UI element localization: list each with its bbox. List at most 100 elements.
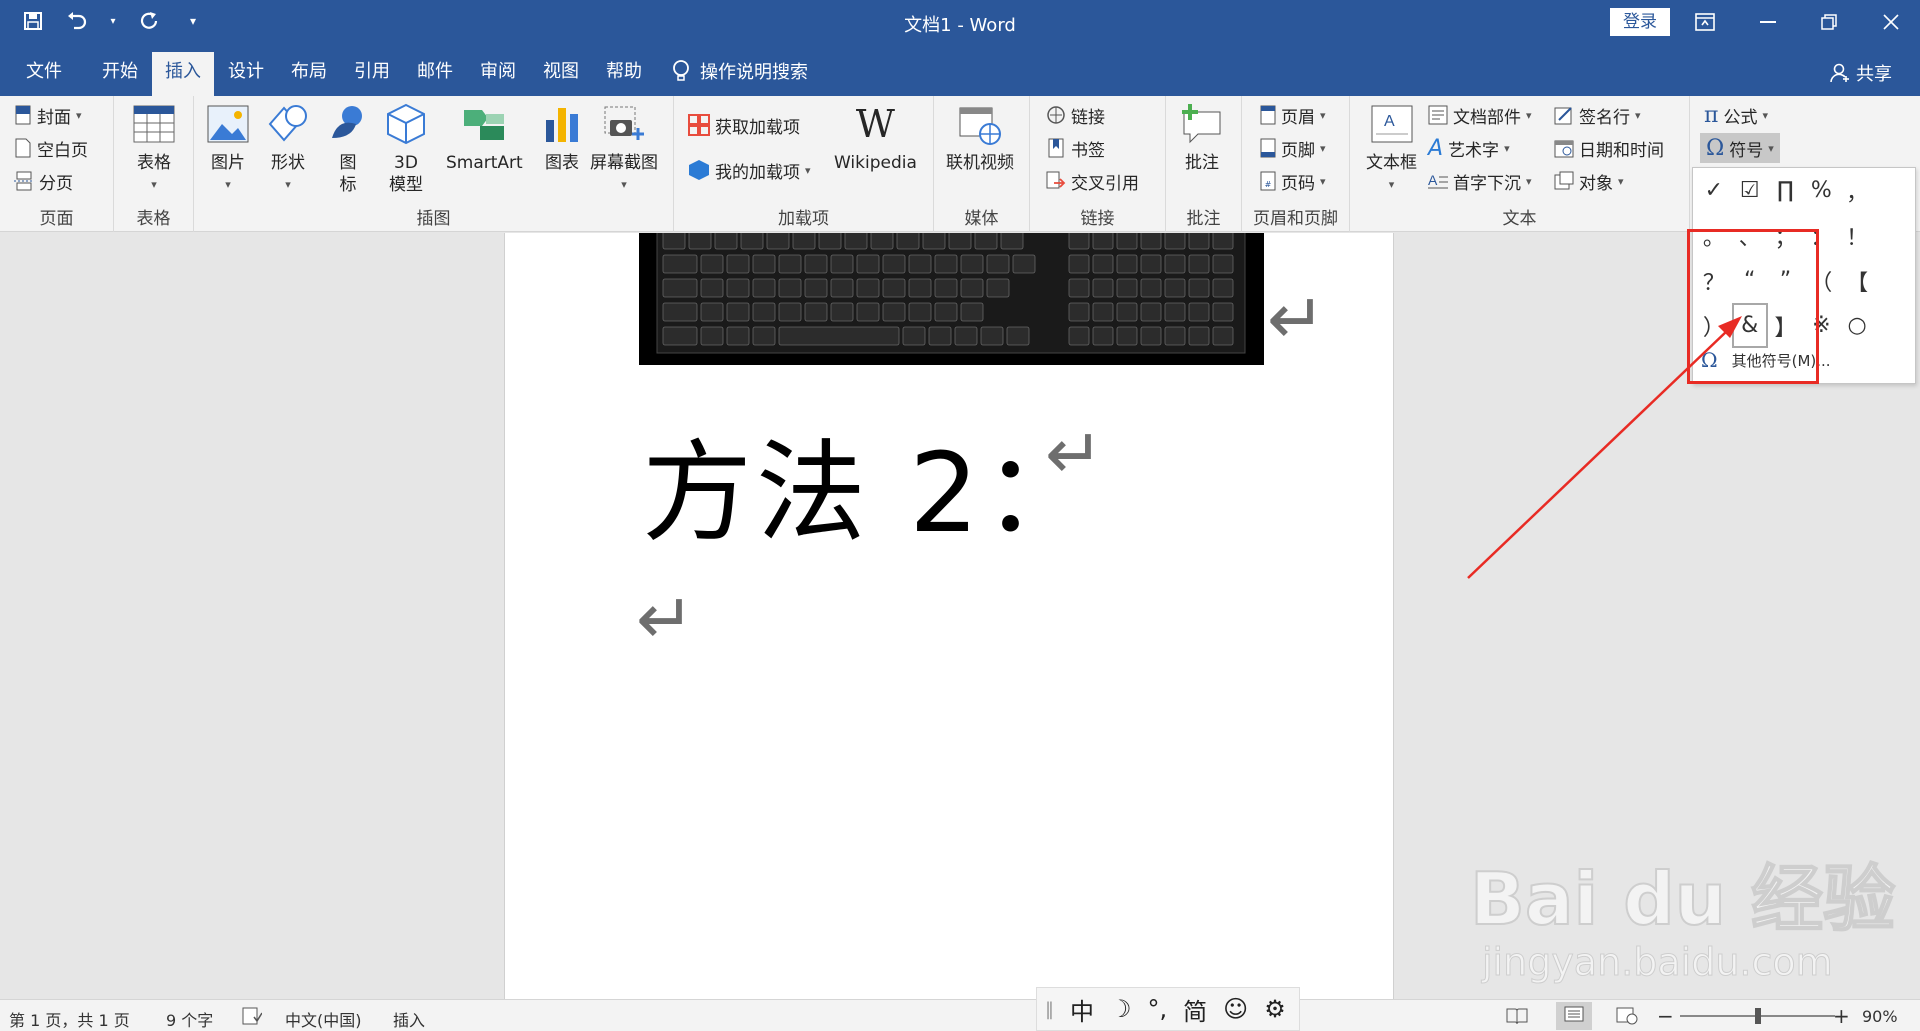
keyboard-key: [960, 278, 984, 298]
icons-button[interactable]: 图 标: [326, 102, 370, 196]
header-button[interactable]: 页眉 ▾: [1260, 100, 1326, 130]
share-button[interactable]: 共享: [1830, 60, 1892, 86]
object-button[interactable]: 对象 ▾: [1554, 166, 1624, 196]
textbox-button[interactable]: A 文本框 ▾: [1366, 102, 1417, 196]
word-count[interactable]: 9 个字: [166, 1007, 213, 1031]
symbol-cell[interactable]: 【: [1839, 258, 1875, 303]
emoji-icon[interactable]: ☺: [1223, 995, 1248, 1023]
read-mode-icon[interactable]: [1506, 1007, 1528, 1029]
wordart-button[interactable]: A 艺术字 ▾: [1428, 133, 1510, 163]
symbol-cell[interactable]: ∏: [1768, 168, 1804, 213]
language-indicator[interactable]: 中文(中国): [285, 1007, 362, 1031]
symbol-cell[interactable]: ※: [1803, 303, 1839, 348]
keyboard-key: [1116, 233, 1138, 250]
symbol-cell[interactable]: ”: [1768, 258, 1804, 303]
drop-cap-button[interactable]: A 首字下沉 ▾: [1428, 166, 1532, 196]
insert-mode[interactable]: 插入: [393, 1007, 425, 1031]
keyboard-image[interactable]: [639, 233, 1264, 365]
tab-help[interactable]: 帮助: [593, 52, 655, 96]
blank-page-button[interactable]: 空白页: [14, 133, 88, 163]
symbol-cell[interactable]: ）: [1696, 303, 1732, 348]
ime-grip-icon[interactable]: ‖: [1045, 999, 1054, 1020]
wikipedia-button[interactable]: W Wikipedia: [834, 102, 917, 174]
web-layout-icon[interactable]: [1616, 1007, 1638, 1029]
table-button[interactable]: 表格 ▾: [132, 102, 176, 196]
zoom-out-button[interactable]: −: [1657, 1004, 1674, 1028]
document-area[interactable]: ↵ 方法 2： ↵ ↵ Bai du 经验 jingyan.baidu.com: [0, 233, 1920, 999]
tab-layout[interactable]: 布局: [278, 52, 340, 96]
ime-punctuation-toggle[interactable]: °,: [1148, 995, 1168, 1023]
textbox-icon: A: [1371, 105, 1412, 143]
tab-view[interactable]: 视图: [530, 52, 592, 96]
symbol-cell[interactable]: ：: [1803, 213, 1839, 258]
symbol-cell[interactable]: %: [1803, 168, 1839, 213]
zoom-in-button[interactable]: +: [1833, 1004, 1850, 1028]
zoom-slider-thumb[interactable]: [1754, 1008, 1761, 1024]
symbol-cell[interactable]: 。: [1696, 213, 1732, 258]
page-count[interactable]: 第 1 页，共 1 页: [9, 1007, 130, 1031]
symbol-cell[interactable]: ○: [1839, 303, 1875, 348]
footer-button[interactable]: 页脚 ▾: [1260, 133, 1326, 163]
symbol-cell[interactable]: ！: [1839, 213, 1875, 258]
smartart-button[interactable]: SmartArt: [446, 102, 523, 174]
ribbon-display-options-icon[interactable]: [1680, 4, 1730, 40]
chart-button[interactable]: 图表: [540, 102, 584, 174]
tab-home[interactable]: 开始: [86, 52, 154, 96]
picture-button[interactable]: 图片 ▾: [206, 102, 250, 196]
tab-references[interactable]: 引用: [341, 52, 403, 96]
symbol-cell[interactable]: 】: [1768, 303, 1804, 348]
keyboard-key: [662, 326, 698, 346]
ime-simplified-toggle[interactable]: 简: [1183, 992, 1207, 1027]
shapes-button[interactable]: 形状 ▾: [266, 102, 310, 196]
keyboard-key: [830, 278, 854, 298]
tab-insert[interactable]: 插入: [152, 52, 214, 96]
moon-icon[interactable]: ☽: [1110, 995, 1132, 1023]
signature-icon: [1554, 107, 1572, 125]
more-symbols-button[interactable]: Ω 其他符号(M)...: [1701, 348, 1831, 372]
document-page[interactable]: ↵ 方法 2： ↵ ↵: [504, 233, 1394, 999]
proofing-icon[interactable]: [242, 1007, 263, 1029]
close-icon[interactable]: [1866, 4, 1916, 40]
print-layout-icon[interactable]: [1556, 1002, 1592, 1030]
symbol-cell[interactable]: 、: [1732, 213, 1768, 258]
symbol-button[interactable]: Ω 符号 ▾: [1700, 133, 1780, 163]
symbol-cell[interactable]: “: [1732, 258, 1768, 303]
bookmark-button[interactable]: 书签: [1046, 133, 1105, 163]
tell-me-search[interactable]: 操作说明搜索: [672, 58, 808, 84]
symbol-cell[interactable]: （: [1803, 258, 1839, 303]
3d-models-button[interactable]: 3D 模型: [384, 102, 428, 196]
login-button[interactable]: 登录: [1610, 8, 1670, 36]
ime-toolbar: ‖ 中 ☽ °, 简 ☺ ⚙: [1036, 987, 1300, 1031]
restore-icon[interactable]: [1804, 4, 1854, 40]
symbol-cell[interactable]: ☑: [1732, 168, 1768, 213]
my-addins-button[interactable]: 我的加载项 ▾: [688, 155, 811, 185]
cross-reference-button[interactable]: 交叉引用: [1046, 166, 1139, 196]
tab-mailings[interactable]: 邮件: [404, 52, 466, 96]
tab-review[interactable]: 审阅: [467, 52, 529, 96]
symbol-cell[interactable]: &: [1731, 303, 1768, 348]
cover-page-button[interactable]: 封面 ▾: [14, 100, 82, 130]
keyboard-key: [908, 302, 932, 322]
date-time-button[interactable]: 日期和时间: [1554, 133, 1664, 163]
document-heading[interactable]: 方法 2：: [642, 403, 1097, 563]
minimize-icon[interactable]: [1743, 4, 1793, 40]
tab-file[interactable]: 文件: [10, 52, 78, 96]
symbol-cell[interactable]: ✓: [1696, 168, 1732, 213]
tab-design[interactable]: 设计: [215, 52, 277, 96]
link-button[interactable]: 链接: [1046, 100, 1105, 130]
quick-parts-button[interactable]: 文档部件 ▾: [1428, 100, 1532, 130]
settings-icon[interactable]: ⚙: [1264, 995, 1286, 1023]
page-number-button[interactable]: # 页码 ▾: [1260, 166, 1326, 196]
comment-button[interactable]: 批注: [1180, 102, 1224, 174]
zoom-level[interactable]: 90%: [1862, 1007, 1898, 1026]
symbol-cell[interactable]: ？: [1696, 258, 1732, 303]
online-video-button[interactable]: 联机视频: [946, 102, 1014, 174]
signature-line-button[interactable]: 签名行 ▾: [1554, 100, 1641, 130]
screenshot-button[interactable]: 屏幕截图 ▾: [590, 102, 658, 196]
equation-button[interactable]: π 公式 ▾: [1704, 100, 1768, 130]
symbol-cell[interactable]: ，: [1839, 168, 1875, 213]
get-addins-button[interactable]: 获取加载项: [688, 110, 800, 140]
ime-language-toggle[interactable]: 中: [1070, 992, 1094, 1027]
page-break-button[interactable]: 分页: [14, 166, 73, 196]
symbol-cell[interactable]: ；: [1768, 213, 1804, 258]
